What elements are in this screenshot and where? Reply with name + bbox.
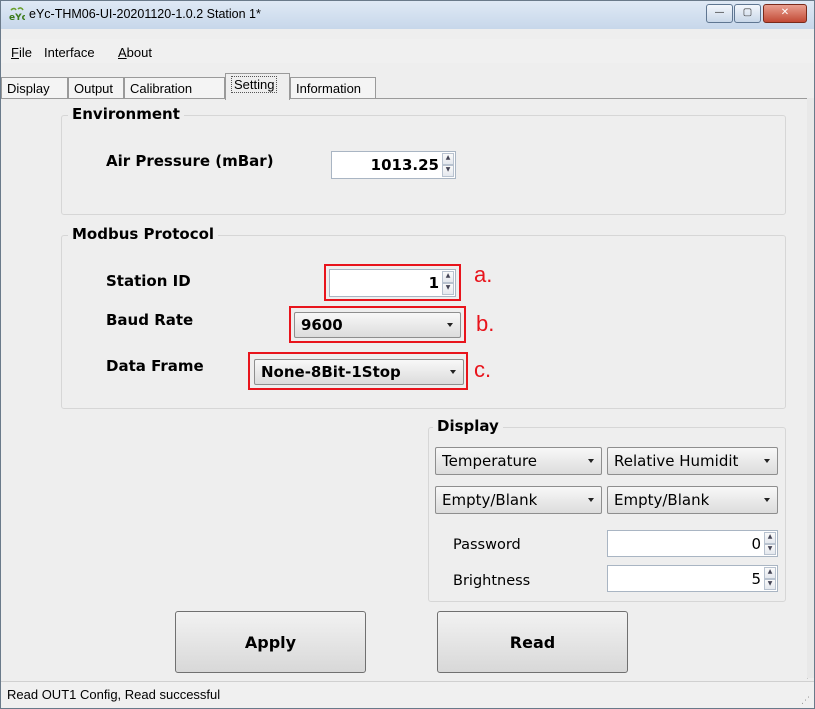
display-select-1-value: Temperature: [442, 452, 538, 470]
display-select-3-value: Empty/Blank: [442, 491, 538, 509]
minimize-icon: —: [714, 7, 725, 18]
brightness-value: 5: [751, 569, 761, 588]
display-select-2[interactable]: Relative Humidit: [607, 447, 778, 475]
minimize-button[interactable]: —: [706, 4, 733, 23]
baud-rate-label: Baud Rate: [106, 311, 194, 329]
tab-information-label: Information: [296, 81, 362, 96]
chevron-down-icon: [764, 459, 770, 463]
apply-button[interactable]: Apply: [175, 611, 366, 673]
read-button[interactable]: Read: [437, 611, 628, 673]
spin-down-icon[interactable]: ▼: [764, 543, 776, 555]
brightness-stepper[interactable]: ▲ ▼: [764, 567, 776, 590]
maximize-button[interactable]: ▢: [734, 4, 761, 23]
modbus-title: Modbus Protocol: [68, 225, 219, 243]
close-icon: ✕: [780, 7, 790, 18]
tab-setting[interactable]: Setting: [225, 73, 290, 100]
app-window: eYc eYc-THM06-UI-20201120-1.0.2 Station …: [0, 0, 815, 709]
menu-about-mnemonic: A: [118, 45, 127, 60]
tab-calibration-label: Calibration: [130, 81, 193, 96]
data-frame-label: Data Frame: [106, 357, 204, 375]
spin-up-icon[interactable]: ▲: [442, 153, 454, 165]
svg-text:eYc: eYc: [9, 13, 25, 21]
display-select-2-value: Relative Humidit: [614, 452, 739, 470]
menu-file[interactable]: File: [11, 45, 32, 60]
spin-up-icon[interactable]: ▲: [764, 567, 776, 579]
air-pressure-spinbox[interactable]: 1013.25 ▲ ▼: [331, 151, 456, 179]
window-title: eYc-THM06-UI-20201120-1.0.2 Station 1*: [29, 7, 261, 21]
tab-output-label: Output: [74, 81, 114, 96]
panel-edge: [807, 98, 814, 678]
brightness-label: Brightness: [453, 573, 531, 589]
password-stepper[interactable]: ▲ ▼: [764, 532, 776, 555]
spin-up-icon[interactable]: ▲: [764, 532, 776, 544]
annotation-b: b.: [476, 311, 495, 336]
tab-calibration[interactable]: Calibration: [124, 77, 225, 99]
spin-down-icon[interactable]: ▼: [764, 578, 776, 590]
menu-about[interactable]: About: [118, 45, 152, 60]
status-text: Read OUT1 Config, Read successful: [7, 687, 221, 702]
highlight-station-id: [324, 264, 461, 301]
tab-bar: Display Output Calibration Setting Infor…: [1, 73, 814, 100]
maximize-icon: ▢: [742, 7, 753, 18]
chevron-down-icon: [588, 459, 594, 463]
highlight-data-frame: [248, 352, 468, 390]
chevron-down-icon: [588, 498, 594, 502]
eyc-logo-icon: eYc: [9, 7, 25, 21]
password-value: 0: [751, 534, 761, 553]
tab-output[interactable]: Output: [68, 77, 124, 99]
status-bar: Read OUT1 Config, Read successful ⋰: [1, 681, 814, 708]
annotation-c: c.: [474, 357, 492, 382]
menu-file-mnemonic: F: [11, 45, 19, 60]
air-pressure-label: Air Pressure (mBar): [106, 152, 274, 170]
air-pressure-stepper[interactable]: ▲ ▼: [442, 153, 454, 177]
highlight-baud-rate: [289, 306, 466, 343]
air-pressure-value: 1013.25: [370, 156, 439, 174]
spin-down-icon[interactable]: ▼: [442, 165, 454, 177]
read-button-label: Read: [509, 632, 556, 652]
menu-interface[interactable]: Interface: [44, 45, 95, 60]
setting-panel: Environment Air Pressure (mBar) 1013.25 …: [1, 98, 808, 679]
menu-about-label: bout: [126, 45, 152, 60]
tab-information[interactable]: Information: [290, 77, 376, 99]
annotation-a: a.: [474, 262, 493, 287]
chevron-down-icon: [764, 498, 770, 502]
password-label: Password: [453, 537, 521, 553]
menu-interface-label: Interface: [44, 45, 95, 60]
resize-grip-icon[interactable]: ⋰: [801, 696, 810, 706]
display-select-4[interactable]: Empty/Blank: [607, 486, 778, 514]
tab-display[interactable]: Display: [1, 77, 68, 99]
tab-setting-label: Setting: [231, 76, 278, 93]
display-title: Display: [433, 417, 503, 435]
apply-button-label: Apply: [244, 632, 297, 652]
display-select-3[interactable]: Empty/Blank: [435, 486, 602, 514]
close-button[interactable]: ✕: [763, 4, 807, 23]
title-bar: eYc eYc-THM06-UI-20201120-1.0.2 Station …: [1, 1, 814, 29]
station-id-label: Station ID: [106, 272, 191, 290]
password-spinbox[interactable]: 0 ▲ ▼: [607, 530, 778, 557]
display-select-1[interactable]: Temperature: [435, 447, 602, 475]
environment-title: Environment: [68, 105, 184, 123]
menu-bar: File Interface About: [1, 39, 814, 63]
display-select-4-value: Empty/Blank: [614, 491, 710, 509]
menu-file-label: ile: [18, 45, 32, 60]
brightness-spinbox[interactable]: 5 ▲ ▼: [607, 565, 778, 592]
tab-display-label: Display: [7, 81, 50, 96]
